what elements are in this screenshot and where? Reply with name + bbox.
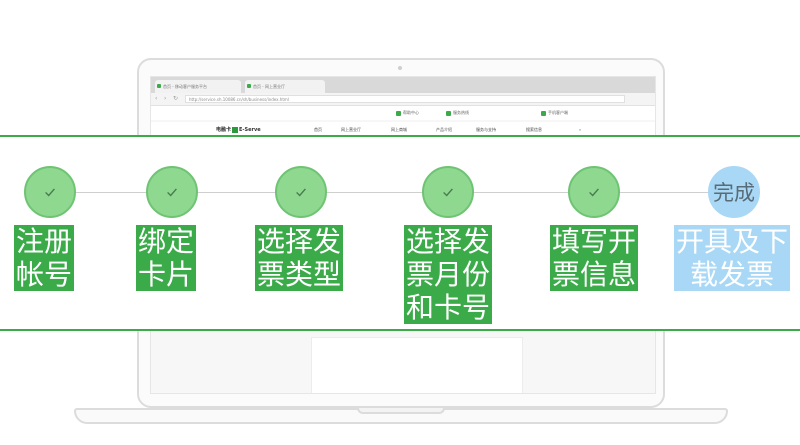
step-label-4: 选择发 票月份 和卡号 xyxy=(404,225,493,324)
step-circle-2 xyxy=(146,166,198,218)
step-circle-1 xyxy=(24,166,76,218)
nav-item[interactable]: 首页 xyxy=(314,127,322,133)
top-link[interactable]: 手机客户端 xyxy=(541,110,568,116)
site-top-bar: 帮助中心 服务热线 手机客户端 xyxy=(151,106,655,120)
tab-favicon-icon xyxy=(247,84,251,88)
nav-item[interactable]: 产品介绍 xyxy=(436,127,452,133)
page-content-area xyxy=(311,337,523,393)
top-link[interactable]: 服务热线 xyxy=(446,110,469,116)
browser-tab-label: 首页 - 网上营业厅 xyxy=(253,84,285,89)
check-icon xyxy=(167,188,177,197)
step-label-1: 注册 帐号 xyxy=(14,225,75,291)
nav-item[interactable]: 搜索信息 xyxy=(526,127,542,133)
tab-favicon-icon xyxy=(157,84,161,88)
browser-tab-label: 首页 - 移动客户服务平台 xyxy=(163,84,207,89)
url-input[interactable]: http://service.sh.10086.cn/sh/business/i… xyxy=(185,95,625,103)
phone-icon xyxy=(541,110,546,116)
phone-icon xyxy=(396,110,401,116)
logo-mark-icon xyxy=(232,126,239,133)
chat-icon xyxy=(446,110,451,116)
step-label-6: 开具及下 载发票 xyxy=(674,225,791,291)
top-link[interactable]: 帮助中心 xyxy=(396,110,419,116)
step-label-2: 绑定 卡片 xyxy=(136,225,197,291)
camera-dot xyxy=(398,66,402,70)
browser-tab-bar: 首页 - 移动客户服务平台 首页 - 网上营业厅 xyxy=(151,77,655,93)
steps-band: 完成 注册 帐号 绑定 卡片 选择发 票类型 选择发 票月份 和卡号 填写开 票… xyxy=(0,135,800,331)
step-label-5: 填写开 票信息 xyxy=(550,225,639,291)
nav-item[interactable]: 网上商城 xyxy=(391,127,407,133)
site-logo[interactable]: 电融卡 E-Serve xyxy=(216,126,261,133)
step-circle-6: 完成 xyxy=(708,166,760,218)
forward-icon[interactable]: › xyxy=(164,96,170,102)
back-icon[interactable]: ‹ xyxy=(155,96,161,102)
step-circle-complete-text: 完成 xyxy=(713,181,755,205)
check-icon xyxy=(443,188,453,197)
step-label-3: 选择发 票类型 xyxy=(255,225,344,291)
nav-item[interactable]: 服务与支持 xyxy=(476,127,496,133)
address-bar-row: ‹ › ↻ http://service.sh.10086.cn/sh/busi… xyxy=(151,93,655,106)
step-circle-4 xyxy=(422,166,474,218)
check-icon xyxy=(45,188,55,197)
browser-tab[interactable]: 首页 - 网上营业厅 xyxy=(245,80,325,93)
browser-tab[interactable]: 首页 - 移动客户服务平台 xyxy=(155,80,241,93)
nav-item[interactable]: 网上营业厅 xyxy=(341,127,361,133)
check-icon xyxy=(589,188,599,197)
reload-icon[interactable]: ↻ xyxy=(173,96,179,102)
check-icon xyxy=(296,188,306,197)
step-circle-3 xyxy=(275,166,327,218)
step-circle-5 xyxy=(568,166,620,218)
search-icon[interactable]: ⌕ xyxy=(579,127,581,132)
laptop-notch xyxy=(357,408,445,414)
